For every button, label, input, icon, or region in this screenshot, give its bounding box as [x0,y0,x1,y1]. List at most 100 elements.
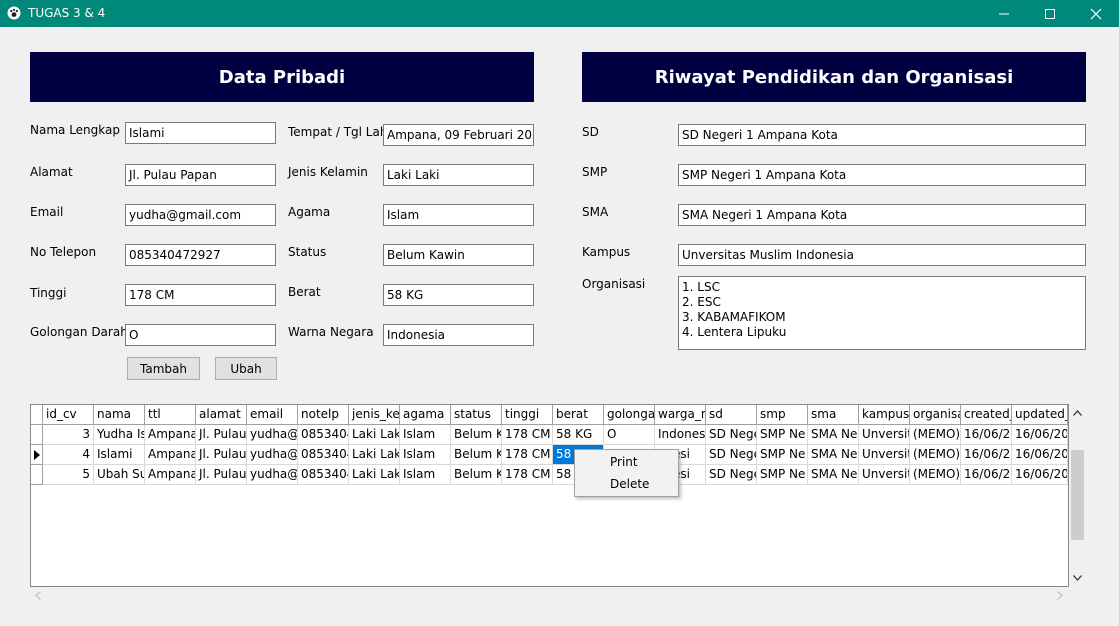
table-cell[interactable]: Jl. Pulau [196,425,247,445]
table-cell[interactable]: Indonesi [655,425,706,445]
status-input[interactable]: Belum Kawin [383,244,534,266]
table-cell[interactable]: 178 CM [502,465,553,485]
column-header[interactable]: tinggi [502,405,553,425]
column-header[interactable]: jenis_kel [349,405,400,425]
table-cell[interactable]: 16/06/20 [961,425,1012,445]
minimize-button[interactable] [981,0,1027,27]
chevron-right-icon[interactable] [1057,591,1063,600]
table-cell[interactable]: Jl. Pulau [196,445,247,465]
table-cell[interactable]: yudha@ [247,425,298,445]
table-cell[interactable]: (MEMO) [910,445,961,465]
column-header[interactable]: golonga [604,405,655,425]
tambah-button[interactable]: Tambah [127,357,200,380]
sd-input[interactable]: SD Negeri 1 Ampana Kota [678,124,1086,146]
chevron-up-icon[interactable] [1073,410,1082,416]
no-telepon-input[interactable]: 085340472927 [125,244,276,266]
table-cell[interactable]: Ampana [145,425,196,445]
table-cell[interactable]: 16/06/20 [961,465,1012,485]
table-cell[interactable]: yudha@ [247,465,298,485]
table-cell[interactable]: 08534047 [298,465,349,485]
table-cell[interactable]: Belum K [451,465,502,485]
column-header[interactable]: organisa [910,405,961,425]
table-cell[interactable]: 5 [43,465,94,485]
table-cell[interactable]: (MEMO) [910,425,961,445]
column-header[interactable]: smp [757,405,808,425]
column-header[interactable]: created_ [961,405,1012,425]
kampus-input[interactable]: Unversitas Muslim Indonesia [678,244,1086,266]
organisasi-textarea[interactable]: 1. LSC 2. ESC 3. KABAMAFIKOM 4. Lentera … [678,276,1086,350]
table-cell[interactable]: Belum K [451,425,502,445]
row-header[interactable] [31,425,43,445]
table-cell[interactable]: Ampana [145,465,196,485]
horizontal-scrollbar[interactable] [30,587,1069,604]
column-header[interactable]: nama [94,405,145,425]
table-cell[interactable]: Laki Laki [349,465,400,485]
alamat-input[interactable]: Jl. Pulau Papan [125,164,276,186]
table-cell[interactable]: SD Nege [706,445,757,465]
table-cell[interactable]: 3 [43,425,94,445]
table-cell[interactable]: Ampana [145,445,196,465]
table-cell[interactable]: yudha@ [247,445,298,465]
warna-negara-input[interactable]: Indonesia [383,324,534,346]
row-header[interactable] [31,465,43,485]
column-header[interactable]: updated_a [1012,405,1068,425]
table-cell[interactable]: SMP Ne [757,465,808,485]
table-cell[interactable]: Islam [400,425,451,445]
table-cell[interactable]: 16/06/202 [1012,465,1068,485]
table-cell[interactable]: SMP Ne [757,425,808,445]
table-cell[interactable]: SMA Ne [808,445,859,465]
table-cell[interactable]: SMA Ne [808,465,859,485]
table-row[interactable]: 4IslamiAmpanaJl. Pulauyudha@08534047Laki… [31,445,1068,465]
table-cell[interactable]: 08534047 [298,445,349,465]
column-header[interactable]: warga_n [655,405,706,425]
table-cell[interactable]: Laki Laki [349,425,400,445]
table-cell[interactable]: 16/06/20 [961,445,1012,465]
table-cell[interactable]: SD Nege [706,425,757,445]
delete-menu-item[interactable]: Delete [576,474,677,495]
row-header[interactable] [31,445,43,465]
column-header[interactable]: id_cv [43,405,94,425]
table-cell[interactable]: 58 KG [553,425,604,445]
email-input[interactable]: yudha@gmail.com [125,204,276,226]
maximize-button[interactable] [1027,0,1073,27]
column-header[interactable]: email [247,405,298,425]
table-row[interactable]: 3Yudha IsAmpanaJl. Pulauyudha@08534047La… [31,425,1068,445]
table-cell[interactable]: Laki Laki [349,445,400,465]
tempat-tgl-lahir-input[interactable]: Ampana, 09 Februari 2020 [383,124,534,146]
column-header[interactable]: agama [400,405,451,425]
table-cell[interactable]: (MEMO) [910,465,961,485]
agama-input[interactable]: Islam [383,204,534,226]
table-cell[interactable]: 08534047 [298,425,349,445]
scrollbar-thumb[interactable] [1071,450,1084,540]
table-cell[interactable]: 16/06/202 [1012,445,1068,465]
smp-input[interactable]: SMP Negeri 1 Ampana Kota [678,164,1086,186]
table-row[interactable]: 5Ubah SuAmpanaJl. Pulauyudha@08534047Lak… [31,465,1068,485]
table-cell[interactable]: 16/06/202 [1012,425,1068,445]
table-cell[interactable]: 178 CM [502,445,553,465]
grid-corner-cell[interactable] [31,405,43,425]
chevron-down-icon[interactable] [1073,575,1082,581]
table-cell[interactable]: Ubah Su [94,465,145,485]
vertical-scrollbar[interactable] [1069,404,1086,587]
jenis-kelamin-input[interactable]: Laki Laki [383,164,534,186]
berat-input[interactable]: 58 KG [383,284,534,306]
nama-lengkap-input[interactable]: Islami [125,122,276,144]
data-grid[interactable]: id_cv nama ttl alamat email notelp jenis_kel ag… [30,404,1069,587]
table-cell[interactable]: Islam [400,445,451,465]
column-header[interactable]: sd [706,405,757,425]
table-cell[interactable]: Islam [400,465,451,485]
close-button[interactable] [1073,0,1119,27]
column-header[interactable]: ttl [145,405,196,425]
table-cell[interactable]: SMA Ne [808,425,859,445]
column-header[interactable]: kampus [859,405,910,425]
column-header[interactable]: sma [808,405,859,425]
tinggi-input[interactable]: 178 CM [125,284,276,306]
column-header[interactable]: berat [553,405,604,425]
table-cell[interactable]: Unversit [859,425,910,445]
table-cell[interactable]: Islami [94,445,145,465]
table-cell[interactable]: Belum K [451,445,502,465]
table-cell[interactable]: Unversit [859,445,910,465]
column-header[interactable]: status [451,405,502,425]
table-cell[interactable]: 4 [43,445,94,465]
sma-input[interactable]: SMA Negeri 1 Ampana Kota [678,204,1086,226]
